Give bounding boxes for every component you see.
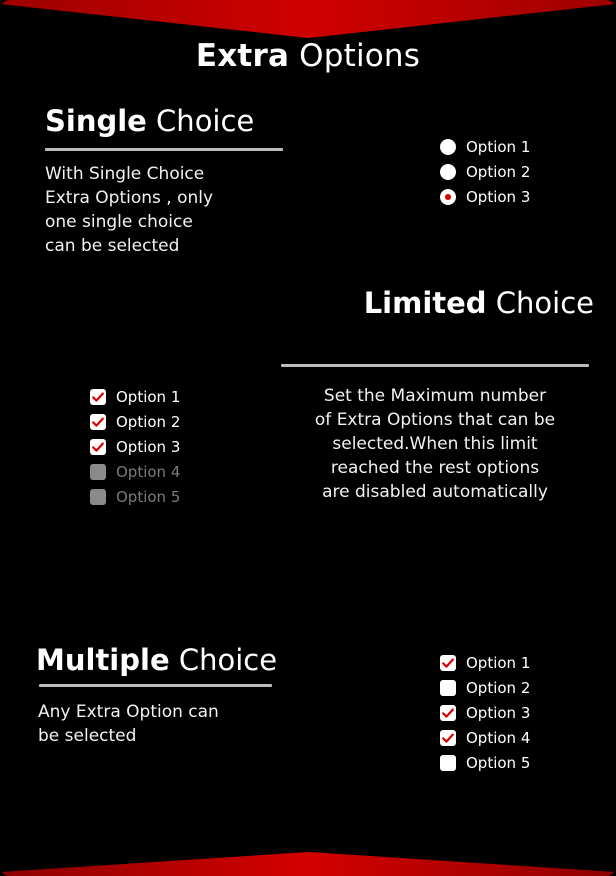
checkbox-option-5[interactable]: Option 5 [440, 750, 530, 775]
divider-single-choice [45, 148, 283, 151]
option-label: Option 1 [466, 137, 531, 156]
heading-light: Choice [146, 104, 255, 138]
option-label: Option 2 [466, 162, 531, 181]
checkbox-option-4[interactable]: Option 4 [440, 725, 530, 750]
checkbox-disabled-icon [90, 488, 106, 505]
option-label: Option 4 [466, 728, 531, 747]
divider-limited-choice [281, 364, 589, 367]
top-red-chevron [0, 0, 616, 40]
heading-light: Choice [486, 286, 594, 320]
section-heading-multiple-choice: Multiple Choice [36, 643, 277, 677]
desc-line: With Single Choice [45, 164, 205, 184]
heading-light: Choice [169, 643, 278, 677]
radio-option-3[interactable]: Option 3 [440, 184, 530, 209]
section-description-single-choice: With Single Choice Extra Options , only … [45, 162, 290, 258]
option-label: Option 2 [116, 412, 181, 431]
checkbox-option-1[interactable]: Option 1 [440, 650, 530, 675]
radio-option-1[interactable]: Option 1 [440, 134, 530, 159]
section-heading-limited-choice: Limited Choice [364, 286, 594, 320]
extra-options-page: Extra Options Single Choice With Single … [0, 0, 616, 876]
checkbox-checked-icon[interactable] [440, 729, 456, 746]
checkbox-icon[interactable] [440, 754, 456, 771]
page-title-strong: Extra [195, 38, 290, 74]
checkbox-option-3[interactable]: Option 3 [440, 700, 530, 725]
section-description-limited-choice: Set the Maximum number of Extra Options … [281, 384, 589, 504]
option-label: Option 1 [116, 387, 181, 406]
option-label: Option 3 [116, 437, 181, 456]
desc-line: can be selected [45, 236, 180, 256]
bottom-red-chevron [0, 828, 616, 876]
heading-strong: Multiple [36, 643, 170, 677]
section-heading-single-choice: Single Choice [45, 104, 254, 138]
checkbox-option-2[interactable]: Option 2 [90, 409, 180, 434]
option-label: Option 2 [466, 678, 531, 697]
checkbox-checked-icon[interactable] [90, 413, 106, 430]
checkbox-icon[interactable] [440, 679, 456, 696]
checkbox-group-multiple-choice[interactable]: Option 1 Option 2 Option 3 Option 4 Opti… [440, 650, 530, 775]
checkbox-checked-icon[interactable] [440, 704, 456, 721]
heading-strong: Limited [363, 286, 487, 320]
checkbox-disabled-icon [90, 463, 106, 480]
option-label: Option 4 [116, 462, 181, 481]
checkbox-checked-icon[interactable] [440, 654, 456, 671]
option-label: Option 1 [466, 653, 531, 672]
radio-group-single-choice[interactable]: Option 1 Option 2 Option 3 [440, 134, 530, 209]
checkbox-option-3[interactable]: Option 3 [90, 434, 180, 459]
page-title: Extra Options [0, 38, 616, 74]
radio-icon[interactable] [440, 163, 456, 180]
desc-line: of Extra Options that can be [314, 410, 556, 430]
radio-checked-icon[interactable] [440, 188, 456, 205]
radio-option-2[interactable]: Option 2 [440, 159, 530, 184]
desc-line: are disabled automatically [322, 482, 548, 502]
desc-line: selected.When this limit [332, 434, 538, 454]
section-description-multiple-choice: Any Extra Option can be selected [38, 700, 288, 748]
radio-icon[interactable] [440, 138, 456, 155]
desc-line: reached the rest options [330, 458, 540, 478]
desc-line: Set the Maximum number [323, 386, 547, 406]
checkbox-option-1[interactable]: Option 1 [90, 384, 180, 409]
heading-strong: Single [45, 104, 147, 138]
divider-multiple-choice [39, 684, 272, 687]
desc-line: be selected [38, 726, 137, 746]
desc-line: one single choice [45, 212, 193, 232]
option-label: Option 3 [466, 187, 531, 206]
desc-line: Any Extra Option can [38, 702, 219, 722]
page-title-light: Options [289, 38, 421, 74]
desc-line: Extra Options , only [45, 188, 214, 208]
option-label: Option 3 [466, 703, 531, 722]
checkbox-option-5: Option 5 [90, 484, 180, 509]
option-label: Option 5 [466, 753, 531, 772]
checkbox-option-2[interactable]: Option 2 [440, 675, 530, 700]
option-label: Option 5 [116, 487, 181, 506]
checkbox-option-4: Option 4 [90, 459, 180, 484]
checkbox-group-limited-choice[interactable]: Option 1 Option 2 Option 3 Option 4 Opti… [90, 384, 180, 509]
checkbox-checked-icon[interactable] [90, 388, 106, 405]
checkbox-checked-icon[interactable] [90, 438, 106, 455]
